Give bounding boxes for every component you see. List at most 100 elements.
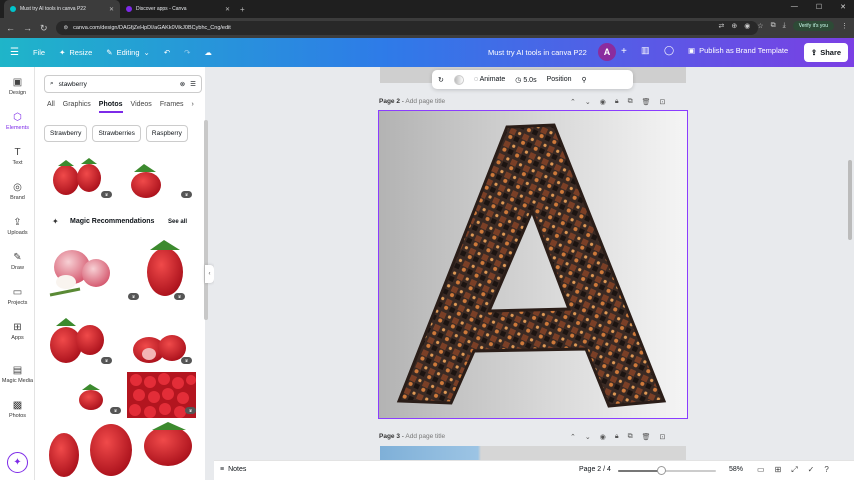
page-3-canvas[interactable]	[380, 446, 686, 460]
back-icon[interactable]: ←	[6, 23, 15, 33]
check-icon[interactable]: ✓	[808, 465, 815, 475]
notes-button[interactable]: ≡ Notes	[220, 466, 246, 473]
document-title[interactable]: Must try AI tools in canva P22	[488, 48, 587, 57]
close-window-icon[interactable]: ✕	[840, 3, 846, 11]
duplicate-icon[interactable]: ⧉	[628, 98, 633, 106]
photo-thumbnail[interactable]	[79, 384, 103, 410]
regenerate-icon[interactable]: ↻	[438, 76, 444, 84]
help-icon[interactable]: ?	[824, 465, 828, 475]
menu-icon[interactable]: ☰	[10, 47, 19, 58]
hide-icon[interactable]: ◉	[600, 98, 606, 106]
grid-view-icon[interactable]: ⊞	[775, 465, 782, 475]
verify-button[interactable]: Verify it's you	[792, 21, 834, 31]
tab-photos[interactable]: Photos	[98, 101, 123, 113]
redo-icon[interactable]: ↷	[184, 48, 190, 57]
chip-raspberry[interactable]: Raspberry	[145, 125, 188, 142]
hide-icon[interactable]: ◉	[600, 433, 606, 441]
rail-item-photos[interactable]: ▩ Photos	[0, 400, 35, 419]
filter-icon[interactable]: ☰	[190, 80, 196, 88]
search-input[interactable]: ⌕ stawberry ⊗ ☰	[44, 75, 202, 93]
publish-brand-template-button[interactable]: ▣ Publish as Brand Template	[688, 46, 788, 55]
zoom-level[interactable]: 58%	[729, 466, 743, 473]
duration-button[interactable]: ◷ 5.0s	[515, 76, 536, 84]
add-page-icon[interactable]: ⊡	[659, 98, 665, 106]
browser-tab-discover-apps[interactable]: Discover apps - Canva ✕	[120, 0, 236, 18]
menu-dots-icon[interactable]: ⋮	[841, 22, 848, 30]
magic-photo-thumbnail[interactable]	[49, 250, 110, 297]
url-input[interactable]: ⊜ canva.com/design/DAGfjZeHpDI/aGAKk0Vik…	[55, 21, 758, 35]
tab-all[interactable]: All	[47, 101, 55, 113]
forward-icon[interactable]: →	[23, 23, 32, 33]
reload-icon[interactable]: ↻	[40, 23, 48, 34]
eye-icon[interactable]: ◉	[744, 22, 750, 30]
editing-dropdown[interactable]: ✎ Editing ⌄	[106, 48, 150, 57]
file-menu[interactable]: File	[33, 48, 45, 57]
panel-scrollbar[interactable]	[204, 120, 208, 320]
add-page-icon[interactable]: ⊡	[659, 433, 665, 441]
photo-thumbnail[interactable]	[131, 164, 161, 198]
cloud-saved-icon[interactable]: ☁	[204, 48, 212, 57]
new-tab-icon[interactable]: +	[240, 5, 245, 14]
rail-item-apps[interactable]: ⊞ Apps	[0, 322, 35, 341]
tabs-chevron-right-icon[interactable]: ›	[192, 101, 194, 113]
fullscreen-icon[interactable]: ⤢	[791, 465, 797, 475]
zoom-icon[interactable]: ⊕	[731, 22, 737, 30]
photo-thumbnail[interactable]	[50, 318, 104, 363]
insights-icon[interactable]: ▥	[641, 45, 650, 56]
site-info-icon[interactable]: ⊜	[64, 25, 69, 31]
rail-item-projects[interactable]: ▭ Projects	[0, 287, 35, 306]
move-up-icon[interactable]: ⌃	[570, 433, 576, 441]
paint-format-icon[interactable]: ⚲	[581, 76, 586, 84]
rail-item-brand[interactable]: ◎ Brand	[0, 182, 35, 201]
download-icon[interactable]: ⤓	[783, 22, 786, 30]
color-swatch-icon[interactable]	[453, 74, 464, 85]
rail-item-design[interactable]: ▣ Design	[0, 77, 35, 96]
photo-thumbnail[interactable]	[133, 335, 186, 363]
comment-icon[interactable]: ◯	[664, 45, 674, 56]
magic-photo-thumbnail[interactable]	[147, 240, 183, 296]
duplicate-icon[interactable]: ⧉	[628, 433, 633, 441]
animate-button[interactable]: ◌ Animate	[474, 76, 505, 83]
minimize-icon[interactable]: —	[791, 3, 798, 11]
lock-icon[interactable]: 🔒︎	[615, 98, 619, 106]
close-tab-icon[interactable]: ✕	[109, 6, 114, 13]
tab-videos[interactable]: Videos	[131, 101, 152, 113]
zoom-slider[interactable]	[618, 466, 716, 475]
translate-icon[interactable]: ⇄	[718, 22, 724, 30]
rail-item-uploads[interactable]: ⇪ Uploads	[0, 217, 35, 236]
letter-a-photo-collage[interactable]	[379, 111, 688, 419]
rail-item-text[interactable]: T Text	[0, 147, 35, 166]
browser-tab-canva-design[interactable]: Must try AI tools in canva P22 ✕	[4, 0, 120, 18]
delete-icon[interactable]: 🗑︎	[642, 433, 651, 441]
canvas-scrollbar[interactable]	[848, 160, 852, 240]
add-collaborator-icon[interactable]: +	[621, 46, 627, 57]
page-2-canvas[interactable]	[378, 110, 688, 419]
rail-item-elements[interactable]: ⬡ Elements	[0, 112, 35, 131]
resize-button[interactable]: ✦ Resize	[59, 48, 92, 57]
collapse-panel-button[interactable]: ‹	[205, 265, 214, 283]
chip-strawberry[interactable]: Strawberry	[44, 125, 88, 142]
extensions-icon[interactable]: ⧉	[771, 22, 776, 30]
photo-thumbnail[interactable]	[53, 158, 101, 195]
page-3-title[interactable]: Page 3 - Add page title	[379, 433, 445, 440]
avatar[interactable]: A	[598, 43, 616, 61]
bookmark-icon[interactable]: ☆	[757, 22, 763, 30]
close-tab-icon[interactable]: ✕	[225, 6, 230, 13]
rail-item-draw[interactable]: ✎ Draw	[0, 252, 35, 271]
lock-icon[interactable]: 🔒︎	[615, 433, 619, 441]
photo-thumbnail[interactable]	[49, 422, 192, 477]
position-button[interactable]: Position	[547, 76, 572, 83]
move-down-icon[interactable]: ⌄	[585, 433, 591, 441]
chip-strawberries[interactable]: Strawberries	[92, 125, 141, 142]
zoom-slider-handle[interactable]	[657, 466, 667, 475]
undo-icon[interactable]: ↶	[164, 48, 170, 57]
see-all-link[interactable]: See all	[168, 219, 187, 225]
rail-item-magic-media[interactable]: ▤ Magic Media	[0, 365, 35, 384]
share-button[interactable]: ⇪ Share	[804, 43, 848, 62]
pages-view-icon[interactable]: ▭	[757, 465, 765, 475]
page-2-title[interactable]: Page 2 - Add page title	[379, 98, 445, 105]
move-down-icon[interactable]: ⌄	[585, 98, 591, 106]
move-up-icon[interactable]: ⌃	[570, 98, 576, 106]
tab-graphics[interactable]: Graphics	[63, 101, 91, 113]
maximize-icon[interactable]: ☐	[816, 3, 822, 11]
